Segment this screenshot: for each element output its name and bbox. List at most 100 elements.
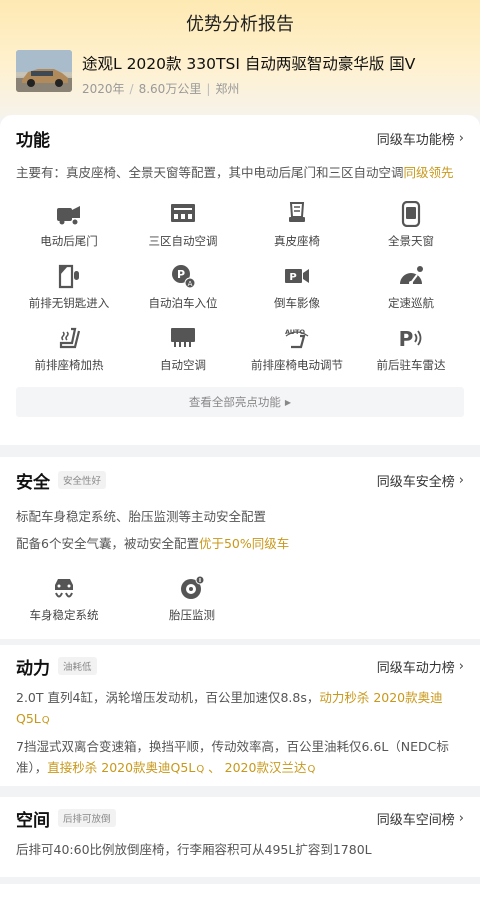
auto-ac-icon <box>171 328 195 347</box>
header-hero: 优势分析报告 途观L 2020款 330TSI 自动两驱智动豪华版 国V 202… <box>0 0 480 118</box>
safety-description: 标配车身稳定系统、胎压监测等主动安全配置 配备6个安全气囊，被动安全配置优于50… <box>0 503 480 557</box>
power-seat-adjust-icon: AUTO <box>285 328 309 349</box>
feature-label: 前排无钥匙进入 <box>28 296 110 310</box>
tire-pressure-icon <box>181 575 205 599</box>
power-line1-text: 2.0T 直列4缸，涡轮增压发动机，百公里加速仅8.8s， <box>16 690 320 705</box>
feature-keyless-entry[interactable]: 前排无钥匙进入 <box>12 263 126 311</box>
next-section-card <box>0 884 480 920</box>
function-rank-label: 同级车功能榜 <box>376 132 455 148</box>
feature-leather-seat[interactable]: 真皮座椅 <box>240 201 354 249</box>
feature-label: 自动泊车入位 <box>148 296 218 310</box>
leather-seat-icon <box>289 202 305 222</box>
function-summary: 主要有：真皮座椅、全景天窗等配置，其中电动后尾门和三区自动空调同级领先 <box>0 162 480 183</box>
function-title: 功能 <box>16 130 50 151</box>
view-all-label: 查看全部亮点功能 <box>188 395 281 409</box>
feature-label: 前排座椅电动调节 <box>251 358 343 372</box>
chevron-right-icon: › <box>458 658 464 674</box>
tri-zone-ac-icon <box>171 204 195 222</box>
feature-cruise-control[interactable]: 定速巡航 <box>354 263 468 311</box>
space-rank-label: 同级车空间榜 <box>376 812 455 828</box>
power-line2: 7挡湿式双离合变速箱，换挡平顺，传动效率高，百公里油耗仅6.6L（NEDC标准）… <box>0 736 480 780</box>
cruise-control-icon <box>400 266 423 285</box>
chevron-right-icon: › <box>458 130 464 146</box>
feature-parking-radar[interactable]: P 前后驻车雷达 <box>354 325 468 373</box>
svg-text:A: A <box>188 280 193 288</box>
function-section: 功能 同级车功能榜 › 主要有：真皮座椅、全景天窗等配置，其中电动后尾门和三区自动… <box>0 115 480 445</box>
stability-control-icon <box>55 579 73 598</box>
safety-feature-grid: 车身稳定系统 胎压监测 <box>0 575 480 623</box>
safety-rank-link[interactable]: 同级车安全榜 › <box>377 471 464 490</box>
car-city: 郑州 <box>215 82 240 96</box>
search-icon: Q <box>196 764 205 775</box>
power-title: 动力 <box>16 658 50 679</box>
car-image-icon <box>16 50 72 92</box>
function-summary-text: 主要有：真皮座椅、全景天窗等配置，其中电动后尾门和三区自动空调 <box>16 165 404 180</box>
reverse-camera-icon: P <box>285 269 309 283</box>
search-icon: Q <box>41 715 50 726</box>
power-compare-label-3: 2020款汉兰达 <box>224 760 307 775</box>
power-compare-link-2[interactable]: 直接秒杀 2020款奥迪Q5LQ <box>47 760 204 775</box>
search-icon: Q <box>307 764 316 775</box>
car-meta: 2020年/8.60万公里 | 郑州 <box>82 82 240 96</box>
feature-label: 全景天窗 <box>388 234 434 248</box>
feature-tire-pressure[interactable]: 胎压监测 <box>144 575 240 623</box>
view-all-features-button[interactable]: 查看全部亮点功能 ▶ <box>16 387 464 417</box>
space-line1: 后排可40:60比例放倒座椅，行李厢容积可从495L扩容到1780L <box>16 842 372 857</box>
power-line1: 2.0T 直列4缸，涡轮增压发动机，百公里加速仅8.8s，动力秒杀 2020款奥… <box>0 687 480 731</box>
space-section: 空间 后排可放倒 同级车空间榜 › 后排可40:60比例放倒座椅，行李厢容积可从49… <box>0 797 480 877</box>
panoramic-sunroof-icon <box>401 201 421 227</box>
feature-label: 定速巡航 <box>388 296 434 310</box>
power-tailgate-icon <box>57 206 80 225</box>
safety-badge: 安全性好 <box>58 471 107 489</box>
feature-label: 前排座椅加热 <box>34 358 104 372</box>
function-summary-highlight: 同级领先 <box>403 165 454 180</box>
safety-line2-text: 配备6个安全气囊，被动安全配置 <box>16 536 199 551</box>
power-section: 动力 油耗低 同级车动力榜 › 2.0T 直列4缸，涡轮增压发动机，百公里加速仅8.… <box>0 645 480 786</box>
feature-seat-heating[interactable]: 前排座椅加热 <box>12 325 126 373</box>
safety-section: 安全 安全性好 同级车安全榜 › 标配车身稳定系统、胎压监测等主动安全配置 配备6个… <box>0 457 480 639</box>
safety-line2: 配备6个安全气囊，被动安全配置优于50%同级车 <box>16 530 464 557</box>
power-compare-label-2: 直接秒杀 2020款奥迪Q5L <box>47 760 196 775</box>
space-title: 空间 <box>16 810 50 831</box>
feature-label: 前后驻车雷达 <box>376 358 446 372</box>
feature-power-tailgate[interactable]: 电动后尾门 <box>12 201 126 249</box>
seat-heating-icon <box>59 327 81 349</box>
feature-reverse-camera[interactable]: P 倒车影像 <box>240 263 354 311</box>
safety-line2-highlight: 优于50%同级车 <box>198 536 290 551</box>
feature-power-seat-adjust[interactable]: AUTO 前排座椅电动调节 <box>240 325 354 373</box>
safety-rank-label: 同级车安全榜 <box>376 474 455 490</box>
car-name: 途观L 2020款 330TSI 自动两驱智动豪华版 国V <box>82 55 416 73</box>
page: 优势分析报告 途观L 2020款 330TSI 自动两驱智动豪华版 国V 202… <box>0 0 480 920</box>
power-compare-link-3[interactable]: 2020款汉兰达Q <box>225 760 316 775</box>
feature-auto-ac[interactable]: 自动空调 <box>126 325 240 373</box>
svg-text:P: P <box>399 327 414 351</box>
feature-label: 胎压监测 <box>169 608 215 622</box>
feature-tri-zone-ac[interactable]: 三区自动空调 <box>126 201 240 249</box>
car-thumbnail[interactable] <box>16 50 72 92</box>
power-separator: 、 <box>204 760 225 775</box>
space-rank-link[interactable]: 同级车空间榜 › <box>377 809 464 828</box>
keyless-entry-icon <box>58 264 79 289</box>
function-feature-grid: 电动后尾门 三区自动空调 真皮座椅 全景天窗 前排无钥匙进入 PA 自动泊车入位 <box>0 201 480 373</box>
feature-label: 倒车影像 <box>274 296 320 310</box>
feature-stability-control[interactable]: 车身稳定系统 <box>16 575 112 623</box>
feature-label: 车身稳定系统 <box>29 608 99 622</box>
power-rank-label: 同级车动力榜 <box>376 660 455 676</box>
feature-label: 电动后尾门 <box>40 234 98 248</box>
car-summary[interactable]: 途观L 2020款 330TSI 自动两驱智动豪华版 国V 2020年/8.60… <box>16 50 415 97</box>
power-rank-link[interactable]: 同级车动力榜 › <box>377 657 464 676</box>
triangle-right-icon: ▶ <box>284 397 292 407</box>
space-badge: 后排可放倒 <box>58 809 116 827</box>
svg-text:P: P <box>289 272 296 283</box>
feature-panoramic-sunroof[interactable]: 全景天窗 <box>354 201 468 249</box>
page-title: 优势分析报告 <box>186 14 294 35</box>
function-rank-link[interactable]: 同级车功能榜 › <box>377 129 464 148</box>
safety-line1: 标配车身稳定系统、胎压监测等主动安全配置 <box>16 509 267 524</box>
svg-text:P: P <box>177 268 185 281</box>
feature-label: 真皮座椅 <box>274 234 320 248</box>
chevron-right-icon: › <box>458 472 464 488</box>
feature-auto-parking[interactable]: PA 自动泊车入位 <box>126 263 240 311</box>
auto-parking-icon: PA <box>172 265 196 289</box>
power-badge: 油耗低 <box>58 657 97 675</box>
feature-label: 自动空调 <box>160 358 206 372</box>
